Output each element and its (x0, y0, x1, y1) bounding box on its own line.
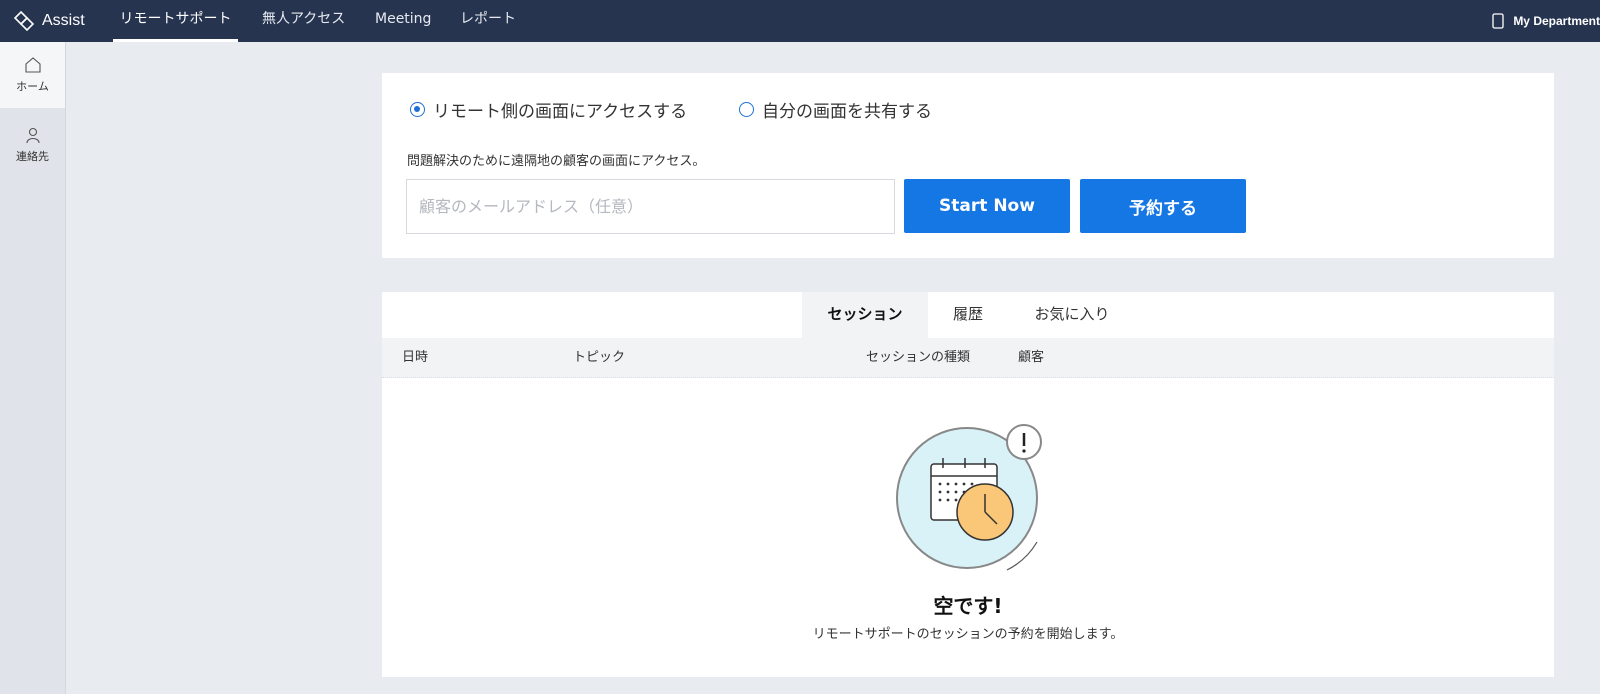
sidebar-item-contacts-label: 連絡先 (16, 150, 49, 163)
column-session-type[interactable]: セッションの種類 (866, 338, 970, 378)
department-selector[interactable]: My Department (1491, 9, 1600, 33)
nav-remote-support[interactable]: リモートサポート (113, 0, 238, 42)
contact-icon (25, 127, 40, 144)
nav-reports[interactable]: レポート (460, 0, 516, 42)
customer-email-input[interactable] (406, 179, 895, 234)
home-icon (24, 57, 41, 73)
column-topic[interactable]: トピック (573, 338, 625, 378)
sessions-table-header: 日時 トピック セッションの種類 顧客 (382, 338, 1554, 378)
left-sidebar: ホーム 連絡先 (0, 42, 66, 694)
column-customer[interactable]: 顧客 (1018, 338, 1044, 378)
share-screen-label: 自分の画面を共有する (762, 102, 932, 122)
radio-checked-icon (410, 102, 425, 117)
start-now-button[interactable]: Start Now (904, 179, 1070, 233)
tab-favorites[interactable]: お気に入り (1022, 292, 1122, 338)
department-name: My Department (1513, 14, 1600, 28)
access-remote-label: リモート側の画面にアクセスする (433, 102, 688, 122)
nav-unattended-access[interactable]: 無人アクセス (262, 0, 345, 42)
empty-calendar-icon (896, 424, 1042, 571)
tab-sessions[interactable]: セッション (802, 292, 928, 338)
tab-history[interactable]: 履歴 (938, 292, 998, 338)
top-bar: Assist リモートサポート 無人アクセス Meeting レポート My D… (0, 0, 1600, 42)
sidebar-item-home[interactable]: ホーム (0, 42, 65, 108)
radio-unchecked-icon (739, 102, 754, 117)
device-icon (1492, 13, 1504, 29)
app-logo[interactable]: Assist (12, 7, 85, 35)
sidebar-item-contacts[interactable]: 連絡先 (0, 112, 65, 178)
access-description: 問題解決のために遠隔地の顧客の画面にアクセス。 (407, 154, 706, 169)
empty-state-subtitle: リモートサポートのセッションの予約を開始します。 (812, 627, 1124, 642)
sidebar-item-home-label: ホーム (16, 80, 49, 93)
nav-meeting[interactable]: Meeting (375, 0, 431, 42)
schedule-button[interactable]: 予約する (1080, 179, 1246, 233)
remote-access-panel: リモート側の画面にアクセスする 自分の画面を共有する 問題解決のために遠隔地の顧… (382, 73, 1554, 258)
access-remote-radio[interactable]: リモート側の画面にアクセスする (410, 97, 687, 122)
column-datetime[interactable]: 日時 (402, 338, 428, 378)
share-screen-radio[interactable]: 自分の画面を共有する (739, 97, 932, 122)
empty-state-title: 空です! (933, 594, 1003, 618)
sessions-panel: セッション 履歴 お気に入り 日時 トピック セッションの種類 顧客 空です! … (382, 292, 1554, 677)
app-name: Assist (42, 12, 85, 29)
assist-logo-icon (13, 10, 35, 32)
